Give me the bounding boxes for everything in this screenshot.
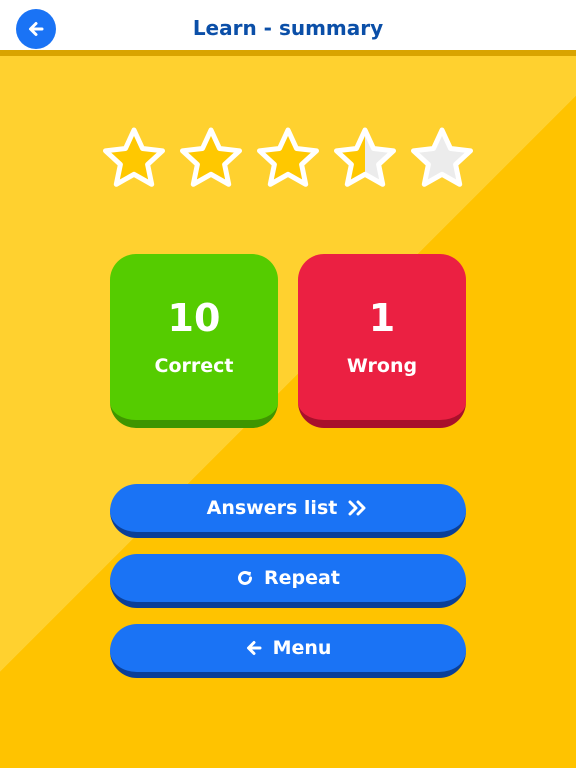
back-button[interactable] <box>16 9 56 49</box>
wrong-count: 1 <box>368 296 396 340</box>
refresh-icon <box>236 569 254 587</box>
star-icon <box>103 127 165 187</box>
arrow-left-icon <box>245 639 263 657</box>
page-title: Learn - summary <box>192 16 384 40</box>
correct-label: Correct <box>154 355 234 377</box>
wrong-label: Wrong <box>346 355 418 377</box>
repeat-button[interactable]: Repeat <box>110 554 466 608</box>
top-bar: Learn - summary <box>0 0 576 56</box>
answers-list-label: Answers list <box>206 497 338 519</box>
star-icon <box>257 127 319 187</box>
star-rating <box>101 126 475 192</box>
arrow-left-icon <box>29 22 44 36</box>
wrong-count-card: 1 Wrong <box>298 254 466 428</box>
empty-star-icon <box>411 127 473 187</box>
menu-label: Menu <box>272 637 332 659</box>
repeat-label: Repeat <box>264 567 340 589</box>
correct-count-card: 10 Correct <box>110 254 278 428</box>
star-icon <box>180 127 242 187</box>
half-star-icon <box>334 127 396 187</box>
answers-list-button[interactable]: Answers list <box>110 484 466 538</box>
menu-button[interactable]: Menu <box>110 624 466 678</box>
correct-count: 10 <box>167 296 221 340</box>
double-chevron-right-icon <box>347 500 369 516</box>
